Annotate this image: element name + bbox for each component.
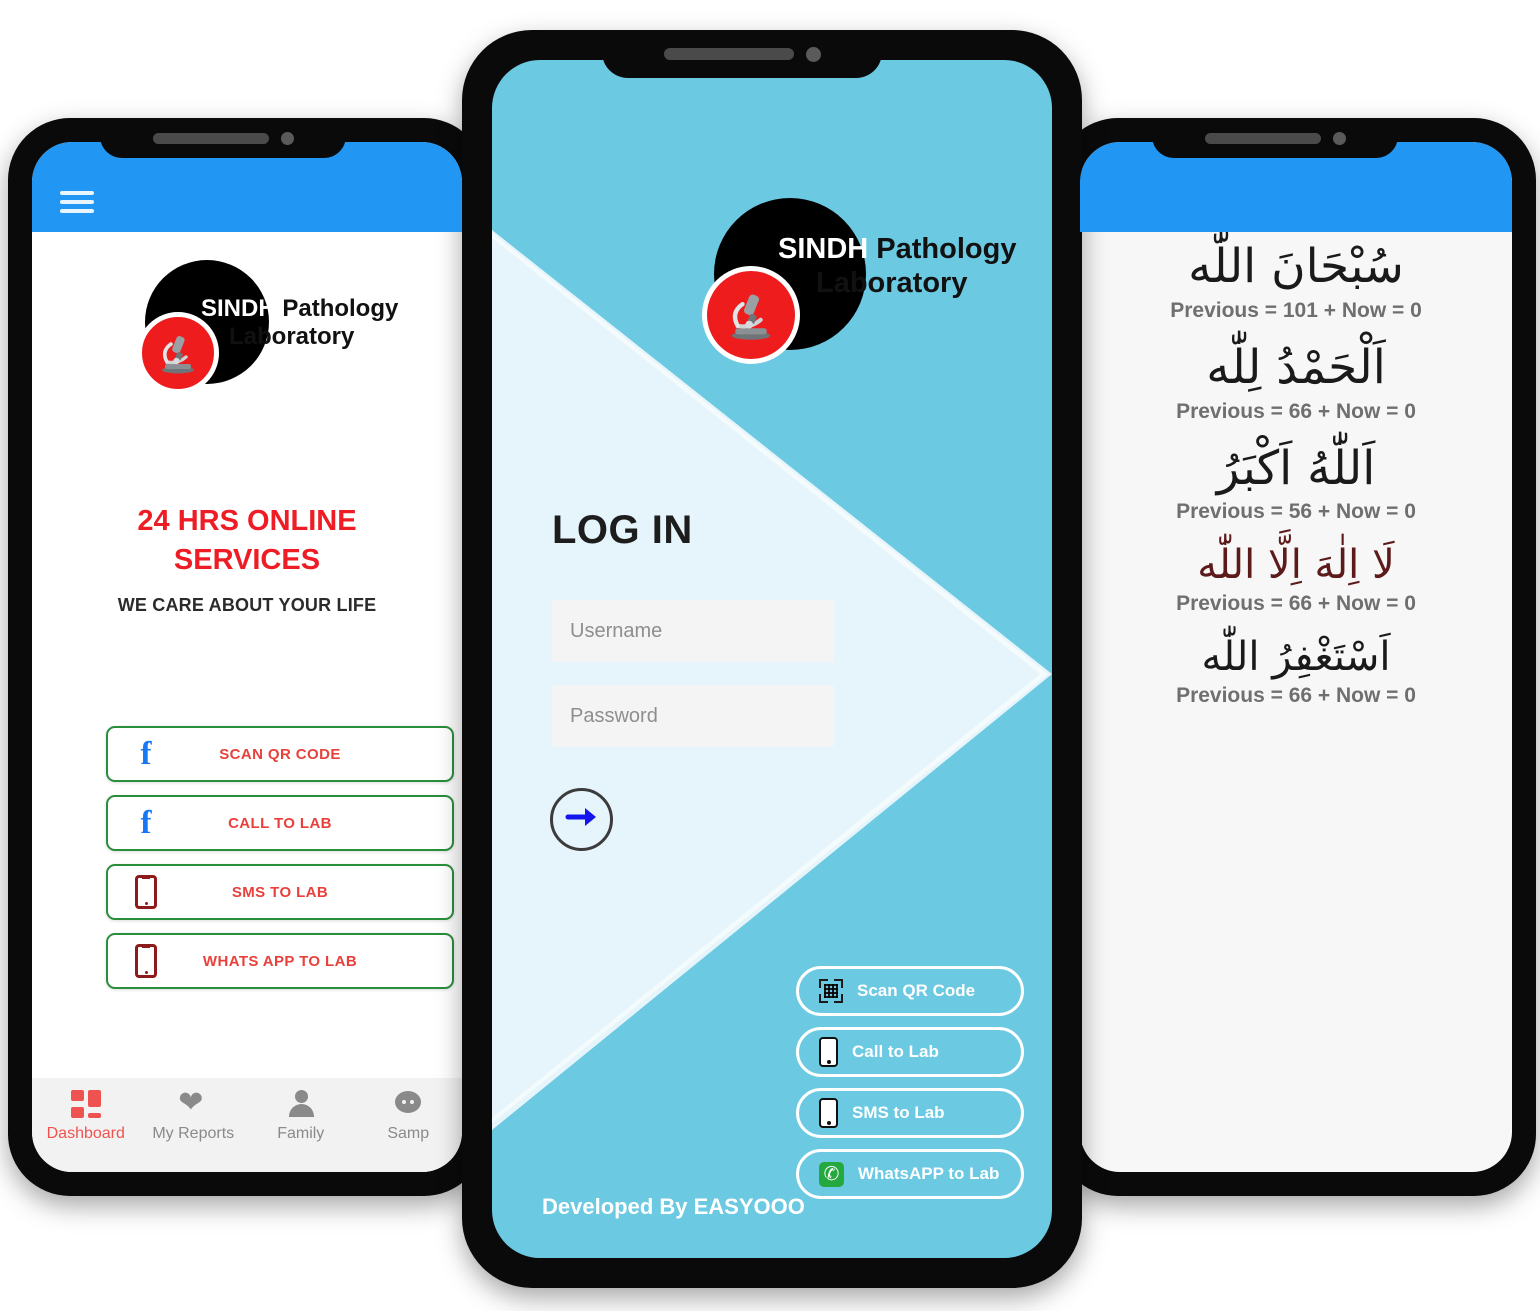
scan-qr-code-button[interactable]: f SCAN QR CODE [106,726,454,782]
zikr-arabic-text: لَا اِلٰهَ اِلَّا اللّٰه [1197,542,1395,589]
chat-bubble-icon [393,1090,423,1118]
left-action-button-list: f SCAN QR CODE f CALL TO LAB SMS TO LAB … [106,726,454,1002]
heart-icon: ❤ [178,1086,204,1119]
mobile-phone-icon [819,1098,838,1128]
zikr-count-text: Previous = 101 + Now = 0 [1170,298,1422,322]
center-phone-frame: SINDH Pathology Laboratory LOG IN Userna… [462,30,1082,1288]
sms-to-lab-button[interactable]: SMS TO LAB [106,864,454,920]
nav-label-dashboard: Dashboard [46,1125,125,1142]
arrow-right-circle-icon [565,803,599,836]
left-phone-notch [100,118,346,158]
page-tagline: WE CARE ABOUT YOUR LIFE [117,595,377,615]
left-phone-screen: SINDH Pathology Laboratory 24 HRS ONLINE… [32,142,462,1172]
zikr-count-text: Previous = 66 + Now = 0 [1176,399,1416,423]
whatsapp-to-lab-button[interactable]: ✆ WhatsAPP to Lab [796,1149,1024,1199]
nav-label-family: Family [277,1125,325,1142]
person-icon [286,1090,316,1118]
bottom-navigation-bar: Dashboard ❤ My Reports Family Samp [32,1078,462,1172]
left-phone-frame: SINDH Pathology Laboratory 24 HRS ONLINE… [8,118,486,1196]
mobile-phone-icon [819,1037,838,1067]
nav-item-dashboard[interactable]: Dashboard [32,1090,140,1143]
logo-microscope-icon [137,312,219,394]
login-title: LOG IN [552,508,693,552]
zikr-item[interactable]: اَللّٰهُ اَكْبَرُ Previous = 56 + Now = … [1080,434,1512,535]
nav-item-my-reports[interactable]: ❤ My Reports [140,1086,248,1143]
facebook-icon: f [140,804,152,841]
left-dashboard-body: SINDH Pathology Laboratory 24 HRS ONLINE… [32,232,462,1078]
hamburger-icon[interactable] [60,186,94,218]
zikr-count-text: Previous = 56 + Now = 0 [1176,500,1416,524]
sms-to-lab-label: SMS to Lab [852,1103,945,1122]
qr-code-icon [819,979,843,1003]
logo-line-2: Laboratory [816,267,968,299]
right-phone-notch [1152,118,1398,158]
nav-label-my-reports: My Reports [152,1125,235,1142]
mobile-phone-icon [126,944,166,978]
whatsapp-to-lab-label: WhatsAPP to Lab [858,1164,1000,1183]
speaker-grille [663,48,794,60]
right-phone-screen: سُبْحَانَ اللّٰه Previous = 101 + Now = … [1080,142,1512,1172]
scan-qr-code-label: Scan QR Code [857,981,976,1000]
username-input[interactable]: Username [552,600,834,662]
zikr-count-text: Previous = 66 + Now = 0 [1176,684,1416,708]
logo-microscope-icon [702,266,800,364]
password-input[interactable]: Password [552,685,834,747]
username-placeholder: Username [570,619,663,642]
zikr-arabic-text: سُبْحَانَ اللّٰه [1188,239,1404,294]
zikr-item[interactable]: اَسْتَغْفِرُ اللّٰه Previous = 66 + Now … [1080,626,1512,718]
zikr-item[interactable]: سُبْحَانَ اللّٰه Previous = 101 + Now = … [1080,232,1512,333]
developer-credit: Developed By EASYOOO [542,1194,805,1219]
zikr-arabic-text: اَسْتَغْفِرُ اللّٰه [1201,634,1391,681]
brand-logo: SINDH Pathology Laboratory [137,260,407,394]
zikr-arabic-text: اَللّٰهُ اَكْبَرُ [1216,440,1376,496]
logo-line-1: SINDH Pathology [201,295,399,322]
scan-qr-code-button[interactable]: Scan QR Code [796,966,1024,1016]
nav-item-samples[interactable]: Samp [355,1090,463,1143]
call-to-lab-button[interactable]: Call to Lab [796,1027,1024,1077]
nav-item-family[interactable]: Family [247,1090,355,1143]
front-camera [805,46,821,62]
zikr-item[interactable]: لَا اِلٰهَ اِلَّا اللّٰه Previous = 66 +… [1080,534,1512,626]
front-camera [280,131,294,145]
zikr-counter-list: سُبْحَانَ اللّٰه Previous = 101 + Now = … [1080,232,1512,718]
page-title: 24 HRS ONLINE SERVICES [32,502,462,580]
center-action-button-list: Scan QR Code Call to Lab SMS to Lab ✆ Wh… [796,966,1024,1210]
page-title-line-2: SERVICES [173,544,321,577]
right-phone-frame: سُبْحَانَ اللّٰه Previous = 101 + Now = … [1056,118,1536,1196]
zikr-item[interactable]: اَلْحَمْدُ لِلّٰه Previous = 66 + Now = … [1080,333,1512,434]
facebook-icon: f [140,735,152,772]
password-placeholder: Password [570,704,658,727]
zikr-arabic-text: اَلْحَمْدُ لِلّٰه [1206,339,1386,395]
speaker-grille [152,132,269,144]
call-to-lab-button[interactable]: f CALL TO LAB [106,795,454,851]
sms-to-lab-button[interactable]: SMS to Lab [796,1088,1024,1138]
brand-logo: SINDH Pathology Laboratory [688,198,1016,364]
page-title-line-1: 24 HRS ONLINE [137,505,357,537]
mobile-phone-icon [126,875,166,909]
speaker-grille [1204,132,1321,144]
dashboard-grid-icon [70,1090,101,1118]
whatsapp-to-lab-button[interactable]: WHATS APP TO LAB [106,933,454,989]
logo-line-1: SINDH Pathology [778,233,1017,265]
logo-line-2: Laboratory [229,323,355,350]
whatsapp-icon: ✆ [819,1161,844,1187]
call-to-lab-label: Call to Lab [852,1042,939,1061]
zikr-count-text: Previous = 66 + Now = 0 [1176,592,1416,616]
front-camera [1332,131,1346,145]
login-submit-button[interactable] [550,788,613,851]
nav-label-samples: Samp [387,1125,430,1142]
login-screen: SINDH Pathology Laboratory LOG IN Userna… [492,60,1052,1258]
center-phone-notch [602,30,882,78]
